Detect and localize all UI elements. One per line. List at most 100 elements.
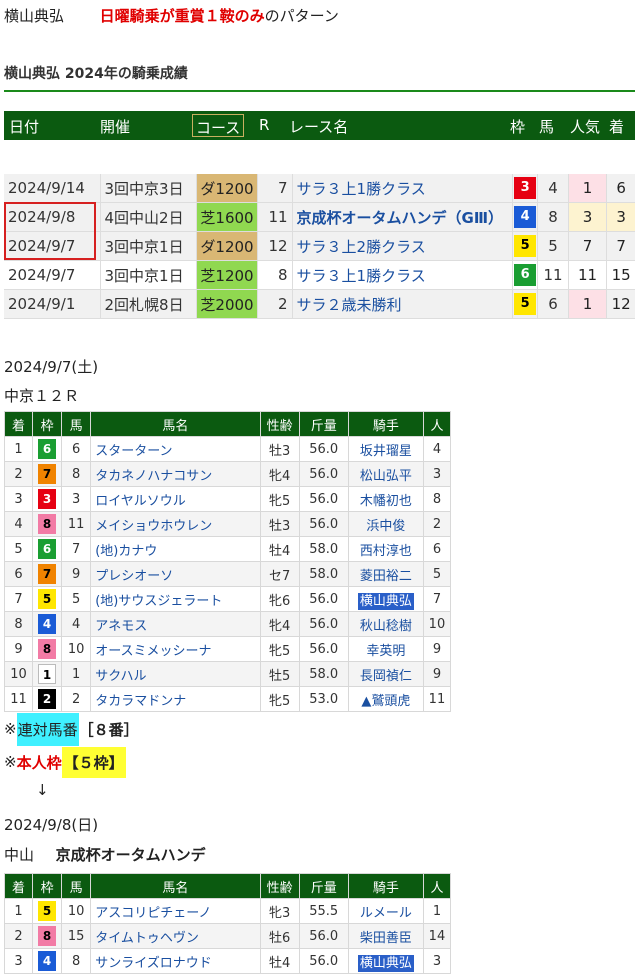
uma: 1	[61, 661, 92, 687]
summary-th-uma: 馬	[539, 118, 555, 136]
summary-r: 12	[256, 231, 293, 261]
summary-race-link[interactable]: サラ３上2勝クラス	[291, 231, 513, 261]
jockey-link-highlighted[interactable]: 横山典弘	[347, 948, 424, 974]
kin: 56.0	[298, 511, 349, 537]
chaku: 7	[3, 586, 34, 612]
summary-uma: 8	[537, 202, 569, 232]
horse-link[interactable]: サンライズロナウド	[90, 948, 261, 974]
horse-link[interactable]: (地)サウスジェラート	[90, 586, 261, 612]
summary-uma: 4	[537, 174, 569, 203]
date-highlight-box	[4, 202, 96, 260]
summary-course: 芝1200	[196, 260, 258, 290]
horse-link[interactable]: オースミメッシーナ	[90, 636, 261, 662]
horse-link[interactable]: サクハル	[90, 661, 261, 687]
header-highlight: 日曜騎乗が重賞１鞍のみ	[99, 7, 265, 25]
uma: 3	[61, 486, 92, 512]
waku: 8	[32, 923, 63, 949]
table-row: 11 2 2 タカラマドンナ 牝5 53.0 ▲鷲頭虎 11	[3, 686, 452, 712]
kin: 58.0	[298, 561, 349, 587]
table-row: 1 5 10 アスコリピチェーノ 牝3 55.5 ルメール 1	[3, 898, 452, 924]
jockey-highlight: 横山典弘	[357, 592, 414, 610]
horse-link[interactable]: アスコリピチェーノ	[90, 898, 261, 924]
ninki: 11	[422, 686, 452, 712]
jockey-link[interactable]: 坂井瑠星	[347, 436, 424, 462]
table-row: 3 4 8 サンライズロナウド 牡4 56.0 横山典弘 3	[3, 948, 452, 974]
th-uma: 馬	[61, 411, 92, 437]
summary-header: 日付 開催 コース R レース名 枠 馬 人気 着	[4, 111, 635, 140]
summary-waku: 5	[512, 289, 538, 319]
table-row: 9 8 10 オースミメッシーナ 牝5 56.0 幸英明 9	[3, 636, 452, 662]
waku-badge: 4	[38, 951, 57, 971]
horse-link[interactable]: プレシオーソ	[90, 561, 261, 587]
kin: 58.0	[298, 661, 349, 687]
summary-row: 2024/9/14 3回中京3日 ダ1200 7 サラ３上1勝クラス 3 4 1…	[4, 174, 635, 203]
horse-link[interactable]: タカラマドンナ	[90, 686, 261, 712]
summary-row: 2024/9/7 3回中京1日 ダ1200 12 サラ３上2勝クラス 5 5 7…	[4, 231, 635, 261]
race2-date: 2024/9/8(日)	[4, 816, 99, 834]
jockey-link-highlighted[interactable]: 横山典弘	[347, 586, 424, 612]
summary-table: 2024/9/14 3回中京3日 ダ1200 7 サラ３上1勝クラス 3 4 1…	[4, 174, 635, 319]
summary-th-ninki: 人気	[570, 118, 601, 136]
ninki: 8	[422, 486, 452, 512]
ninki: 3	[422, 948, 452, 974]
jockey-link[interactable]: 菱田裕二	[347, 561, 424, 587]
race2-title: 中山 京成杯オータムハンデ	[4, 844, 206, 865]
sei: 牝4	[259, 611, 300, 637]
summary-th-r: R	[259, 116, 270, 134]
summary-waku: 4	[512, 202, 538, 232]
waku-badge: 7	[38, 464, 57, 484]
summary-waku: 6	[512, 260, 538, 290]
waku-badge: 4	[38, 614, 57, 634]
jockey-link[interactable]: ルメール	[347, 898, 424, 924]
jockey-link[interactable]: 松山弘平	[347, 461, 424, 487]
jockey-link[interactable]: 浜中俊	[347, 511, 424, 537]
chaku: 1	[3, 898, 34, 924]
jockey-link[interactable]: 木幡初也	[347, 486, 424, 512]
horse-link[interactable]: スターターン	[90, 436, 261, 462]
waku: 1	[32, 661, 63, 687]
horse-link[interactable]: タカネノハナコサン	[90, 461, 261, 487]
th-jockey: 騎手	[347, 873, 424, 899]
sei: 牝5	[259, 486, 300, 512]
kin: 55.5	[298, 898, 349, 924]
summary-race-link[interactable]: サラ３上1勝クラス	[291, 174, 513, 203]
jockey-link[interactable]: 秋山稔樹	[347, 611, 424, 637]
jockey-link[interactable]: 柴田善臣	[347, 923, 424, 949]
jockey-link[interactable]: 長岡禎仁	[347, 661, 424, 687]
uma: 8	[61, 461, 92, 487]
chaku: 5	[3, 536, 34, 562]
summary-ninki: 1	[567, 289, 607, 319]
horse-link[interactable]: メイショウホウレン	[90, 511, 261, 537]
th-ninki: 人	[422, 411, 452, 437]
horse-link[interactable]: ロイヤルソウル	[90, 486, 261, 512]
kin: 56.0	[298, 586, 349, 612]
kin: 53.0	[298, 686, 349, 712]
waku-badge: 5	[514, 235, 537, 257]
summary-race-link[interactable]: 京成杯オータムハンデ（GⅢ）	[291, 202, 513, 232]
jockey-link[interactable]: ▲鷲頭虎	[347, 686, 424, 712]
summary-chaku: 7	[606, 231, 635, 261]
summary-ninki: 1	[567, 174, 607, 203]
waku: 8	[32, 636, 63, 662]
horse-link[interactable]: タイムトゥヘヴン	[90, 923, 261, 949]
horse-link[interactable]: (地)カナウ	[90, 536, 261, 562]
waku-badge: 1	[38, 664, 57, 684]
sei: 牝4	[259, 461, 300, 487]
note-mark: ※	[4, 753, 17, 771]
chaku: 3	[3, 948, 34, 974]
ninki: 6	[422, 536, 452, 562]
th-uma: 馬	[61, 873, 92, 899]
sei: 牡5	[259, 661, 300, 687]
th-name: 馬名	[90, 411, 261, 437]
section-title: 横山典弘 2024年の騎乗成績	[4, 66, 188, 82]
waku: 4	[32, 948, 63, 974]
race1-table: 着 枠 馬 馬名 性齢 斤量 騎手 人 1 6 6 スターターン 牡3 56.0 坂井瑠星 4…	[3, 411, 452, 712]
horse-link[interactable]: アネモス	[90, 611, 261, 637]
summary-race-link[interactable]: サラ３上1勝クラス	[291, 260, 513, 290]
waku-badge: 4	[514, 206, 537, 228]
jockey-link[interactable]: 幸英明	[347, 636, 424, 662]
summary-th-chaku: 着	[609, 118, 625, 136]
summary-race-link[interactable]: サラ２歳未勝利	[291, 289, 513, 319]
jockey-link[interactable]: 西村淳也	[347, 536, 424, 562]
chaku: 8	[3, 611, 34, 637]
